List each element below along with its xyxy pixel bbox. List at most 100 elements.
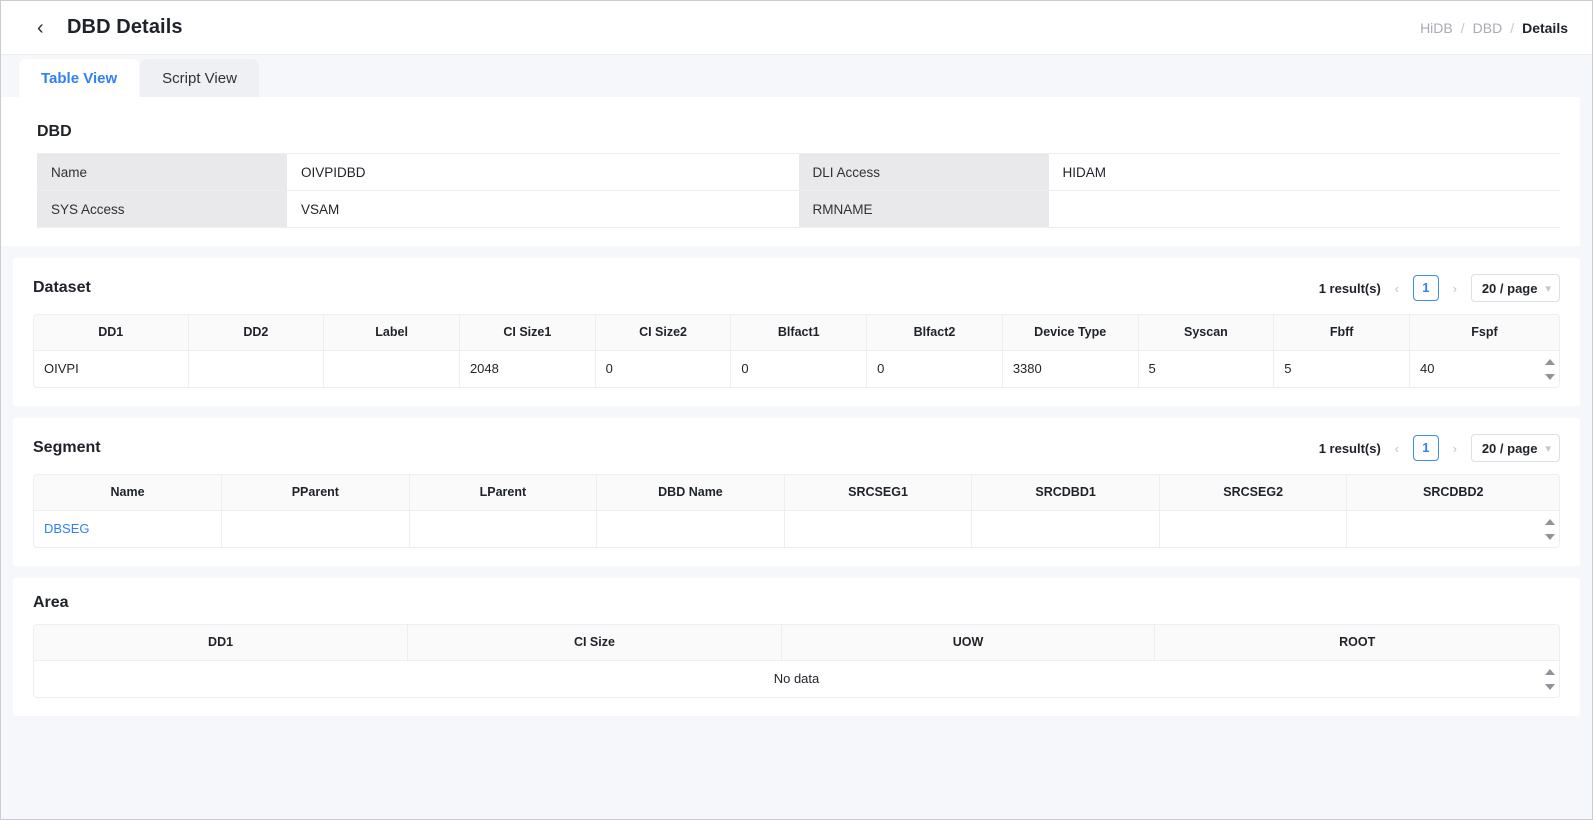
area-col-uow: UOW <box>781 625 1155 660</box>
dataset-cell-dd1: OIVPI <box>34 350 188 387</box>
segment-col-srcdbd2: SRCDBD2 <box>1347 475 1559 510</box>
segment-col-pparent: PParent <box>222 475 410 510</box>
segment-cell-pparent <box>222 510 410 547</box>
segment-col-lparent: LParent <box>409 475 597 510</box>
dataset-pagination: 1 result(s) ‹ 1 › 20 / page ▾ <box>1319 274 1560 302</box>
dataset-panel-header: Dataset 1 result(s) ‹ 1 › 20 / page ▾ <box>33 258 1560 314</box>
segment-pagination: 1 result(s) ‹ 1 › 20 / page ▾ <box>1319 434 1560 462</box>
dataset-cell-blfact2: 0 <box>867 350 1003 387</box>
dataset-col-dd2: DD2 <box>188 315 324 350</box>
area-table: DD1 CI Size UOW ROOT No data <box>34 625 1559 697</box>
area-no-data-text: No data <box>34 660 1559 697</box>
segment-cell-srcseg2 <box>1159 510 1347 547</box>
segment-cell-dbd-name <box>597 510 785 547</box>
page-header: ‹ DBD Details HiDB / DBD / Details <box>1 1 1592 55</box>
dataset-header-row: DD1 DD2 Label CI Size1 CI Size2 Blfact1 … <box>34 315 1559 350</box>
area-col-root: ROOT <box>1155 625 1559 660</box>
dbd-key-name: Name <box>37 154 287 191</box>
scroll-down-icon[interactable] <box>1545 534 1555 540</box>
dataset-col-dd1: DD1 <box>34 315 188 350</box>
dataset-cell-fbff: 5 <box>1274 350 1410 387</box>
segment-next-page-icon[interactable]: › <box>1448 441 1462 456</box>
dataset-prev-page-icon[interactable]: ‹ <box>1390 281 1404 296</box>
dbd-section-title: DBD <box>37 123 72 141</box>
dataset-section-title: Dataset <box>33 279 91 297</box>
segment-cell-lparent <box>409 510 597 547</box>
segment-row-scroller[interactable] <box>1541 511 1559 547</box>
dbd-value-dli-access: HIDAM <box>1049 154 1561 191</box>
segment-col-name: Name <box>34 475 222 510</box>
segment-page-size-label: 20 / page <box>1482 441 1538 456</box>
dataset-cell-syscan: 5 <box>1138 350 1274 387</box>
segment-col-srcseg2: SRCSEG2 <box>1159 475 1347 510</box>
dataset-col-fbff: Fbff <box>1274 315 1410 350</box>
dbd-panel-header: DBD <box>37 107 1560 153</box>
dbd-key-sys-access: SYS Access <box>37 191 287 228</box>
scroll-down-icon[interactable] <box>1545 684 1555 690</box>
table-row: SYS Access VSAM RMNAME <box>37 191 1560 228</box>
segment-page-size-select[interactable]: 20 / page ▾ <box>1471 434 1560 462</box>
scroll-down-icon[interactable] <box>1545 374 1555 380</box>
area-col-dd1: DD1 <box>34 625 408 660</box>
table-row: OIVPI 2048 0 0 0 3380 5 5 40 <box>34 350 1559 387</box>
segment-header-row: Name PParent LParent DBD Name SRCSEG1 SR… <box>34 475 1559 510</box>
breadcrumb-item-hidb[interactable]: HiDB <box>1420 20 1453 36</box>
chevron-down-icon: ▾ <box>1545 442 1551 455</box>
tab-table-view[interactable]: Table View <box>19 59 139 97</box>
dataset-page-1[interactable]: 1 <box>1413 275 1439 301</box>
view-tabs: Table View Script View <box>1 55 1592 97</box>
area-panel: Area DD1 CI Size UOW ROOT No data <box>13 578 1580 716</box>
dbd-value-name: OIVPIDBD <box>287 154 799 191</box>
breadcrumb-item-details: Details <box>1522 20 1568 36</box>
segment-prev-page-icon[interactable]: ‹ <box>1390 441 1404 456</box>
scroll-up-icon[interactable] <box>1545 519 1555 525</box>
dataset-col-fspf: Fspf <box>1409 315 1559 350</box>
table-empty-row: No data <box>34 660 1559 697</box>
breadcrumb: HiDB / DBD / Details <box>1420 20 1568 36</box>
segment-col-srcseg1: SRCSEG1 <box>784 475 972 510</box>
segment-col-dbd-name: DBD Name <box>597 475 785 510</box>
dataset-col-syscan: Syscan <box>1138 315 1274 350</box>
dataset-cell-label <box>324 350 460 387</box>
segment-panel: Segment 1 result(s) ‹ 1 › 20 / page ▾ <box>13 418 1580 566</box>
area-section-title: Area <box>33 594 69 612</box>
segment-section-title: Segment <box>33 439 101 457</box>
scroll-up-icon[interactable] <box>1545 359 1555 365</box>
dataset-row-scroller[interactable] <box>1541 351 1559 387</box>
dataset-col-ci-size2: CI Size2 <box>595 315 731 350</box>
dataset-cell-dd2 <box>188 350 324 387</box>
tab-script-view[interactable]: Script View <box>140 59 259 97</box>
breadcrumb-item-dbd[interactable]: DBD <box>1473 20 1503 36</box>
table-row: DBSEG <box>34 510 1559 547</box>
area-header-row: DD1 CI Size UOW ROOT <box>34 625 1559 660</box>
breadcrumb-separator: / <box>1510 20 1514 36</box>
dataset-result-count: 1 result(s) <box>1319 281 1381 296</box>
dataset-next-page-icon[interactable]: › <box>1448 281 1462 296</box>
segment-table-wrapper: Name PParent LParent DBD Name SRCSEG1 SR… <box>33 474 1560 548</box>
segment-table: Name PParent LParent DBD Name SRCSEG1 SR… <box>34 475 1559 547</box>
dbd-value-rmname <box>1049 191 1561 228</box>
dataset-cell-ci-size2: 0 <box>595 350 731 387</box>
back-button[interactable]: ‹ <box>37 18 57 38</box>
dataset-table: DD1 DD2 Label CI Size1 CI Size2 Blfact1 … <box>34 315 1559 387</box>
area-row-scroller[interactable] <box>1541 661 1559 697</box>
dbd-value-sys-access: VSAM <box>287 191 799 228</box>
segment-cell-srcseg1 <box>784 510 972 547</box>
breadcrumb-separator: / <box>1461 20 1465 36</box>
segment-page-1[interactable]: 1 <box>1413 435 1439 461</box>
dbd-panel: DBD Name OIVPIDBD DLI Access HIDAM SYS A… <box>1 97 1580 246</box>
segment-panel-header: Segment 1 result(s) ‹ 1 › 20 / page ▾ <box>33 418 1560 474</box>
scroll-up-icon[interactable] <box>1545 669 1555 675</box>
area-col-ci-size: CI Size <box>408 625 782 660</box>
dbd-properties-table: Name OIVPIDBD DLI Access HIDAM SYS Acces… <box>37 153 1560 228</box>
dataset-col-label: Label <box>324 315 460 350</box>
segment-name-link[interactable]: DBSEG <box>44 521 90 536</box>
area-table-wrapper: DD1 CI Size UOW ROOT No data <box>33 624 1560 698</box>
dataset-table-wrapper: DD1 DD2 Label CI Size1 CI Size2 Blfact1 … <box>33 314 1560 388</box>
area-panel-header: Area <box>33 578 1560 624</box>
dbd-key-dli-access: DLI Access <box>799 154 1049 191</box>
dataset-col-device-type: Device Type <box>1002 315 1138 350</box>
dataset-cell-blfact1: 0 <box>731 350 867 387</box>
dataset-col-blfact2: Blfact2 <box>867 315 1003 350</box>
dataset-page-size-select[interactable]: 20 / page ▾ <box>1471 274 1560 302</box>
